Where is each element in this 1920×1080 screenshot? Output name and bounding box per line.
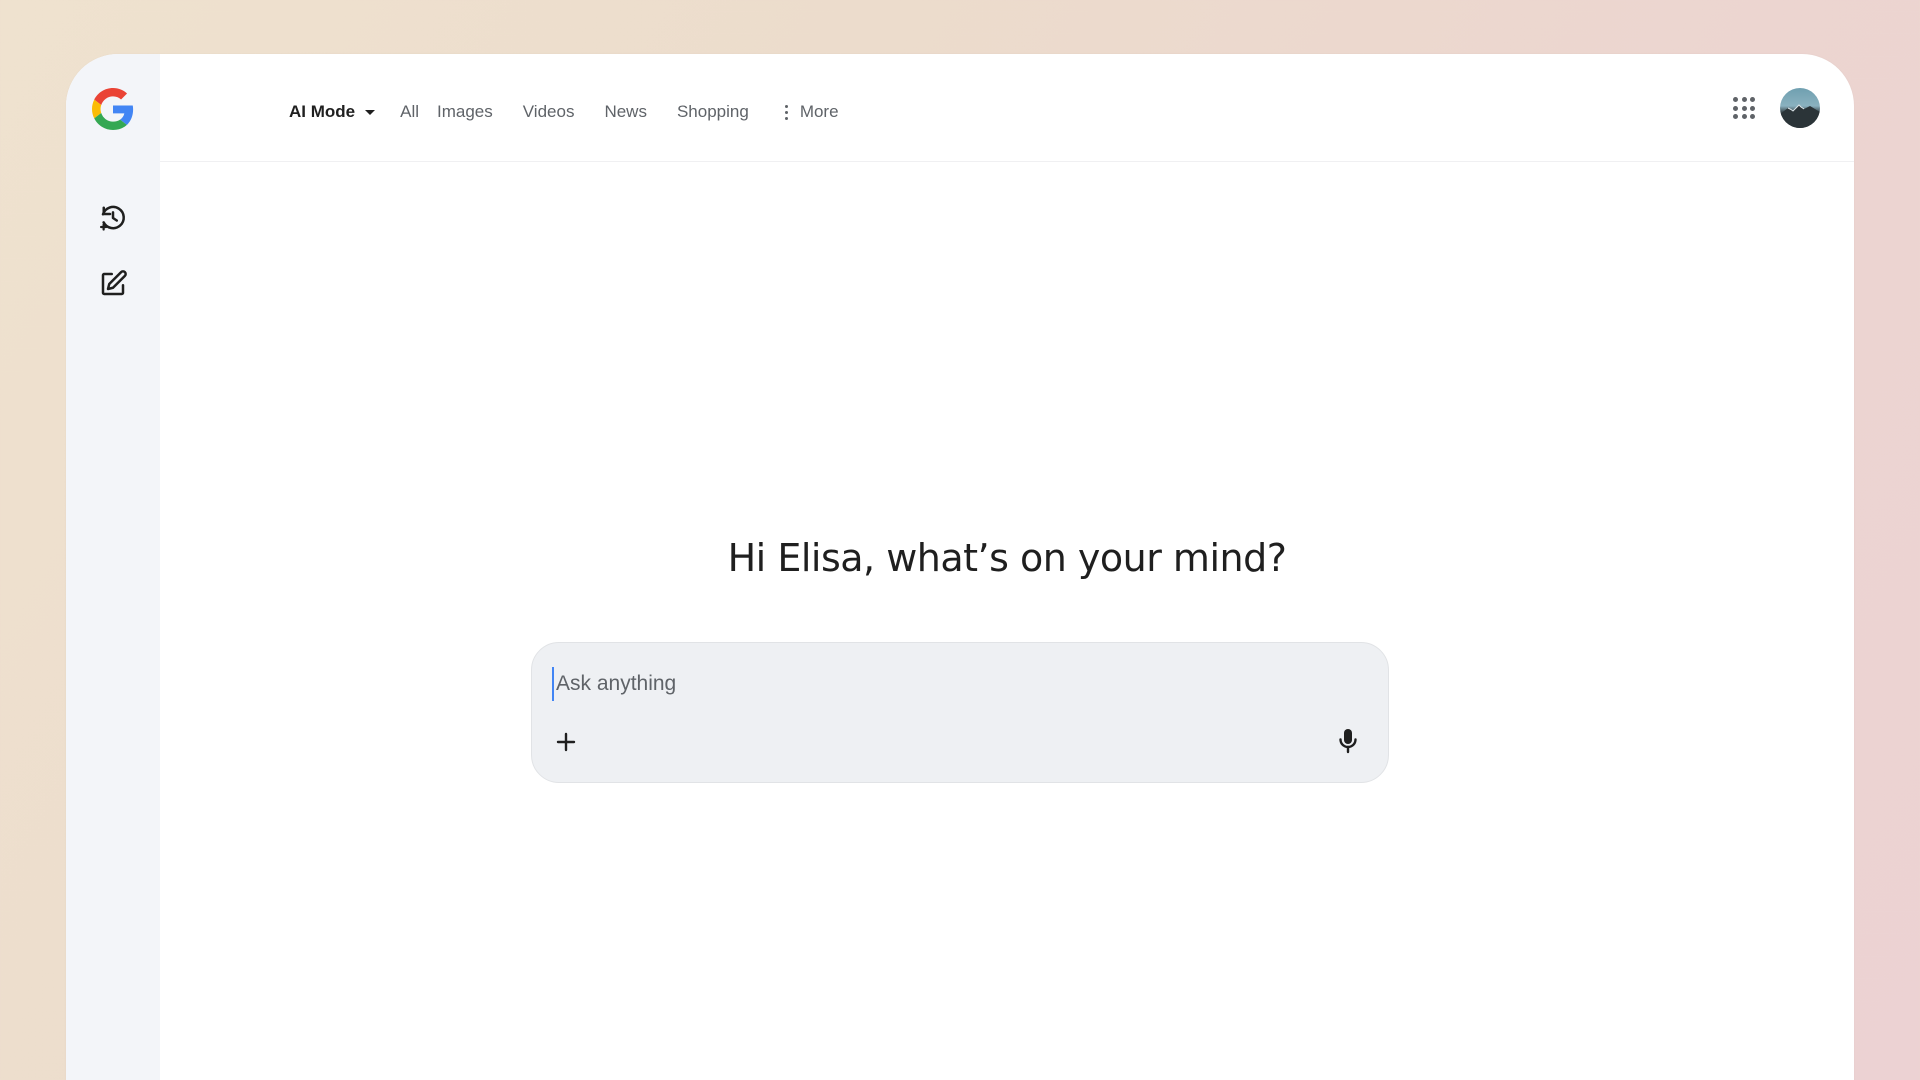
tab-label: Videos (522, 102, 575, 121)
tab-label: Images (437, 102, 493, 121)
search-input[interactable] (552, 667, 1352, 701)
tab-images[interactable]: Images (437, 102, 493, 122)
tab-shopping[interactable]: Shopping (677, 102, 749, 122)
greeting-heading: Hi Elisa, what’s on your mind? (727, 536, 1287, 580)
tab-all[interactable]: All (400, 102, 419, 122)
new-chat-button[interactable] (93, 266, 133, 306)
tab-label: AI Mode (289, 102, 356, 121)
avatar[interactable] (1780, 88, 1820, 128)
tab-label: More (799, 102, 839, 121)
tab-label: All (400, 102, 420, 121)
plus-icon (555, 731, 577, 758)
search-box (531, 642, 1389, 783)
new-chat-icon (98, 269, 128, 304)
tab-label: Shopping (676, 102, 749, 121)
search-tabs: AI Mode All Images Videos News Shopping … (289, 94, 869, 130)
tab-ai-mode[interactable]: AI Mode (289, 102, 376, 122)
tab-news[interactable]: News (604, 102, 647, 122)
google-logo-icon[interactable] (92, 88, 134, 130)
microphone-icon (1337, 727, 1359, 760)
apps-grid-icon[interactable] (1730, 94, 1758, 122)
app-window: AI Mode All Images Videos News Shopping … (66, 54, 1854, 1080)
tab-more[interactable]: More (784, 102, 839, 122)
top-bar: AI Mode All Images Videos News Shopping … (160, 54, 1854, 162)
history-icon (98, 203, 128, 238)
chevron-down-icon (365, 109, 376, 115)
tab-videos[interactable]: Videos (523, 102, 575, 122)
add-button[interactable] (552, 730, 580, 758)
more-vert-icon (784, 104, 788, 120)
tab-label: News (604, 102, 647, 121)
voice-search-button[interactable] (1334, 728, 1362, 758)
sidebar-rail (66, 54, 160, 1080)
history-button[interactable] (93, 200, 133, 240)
